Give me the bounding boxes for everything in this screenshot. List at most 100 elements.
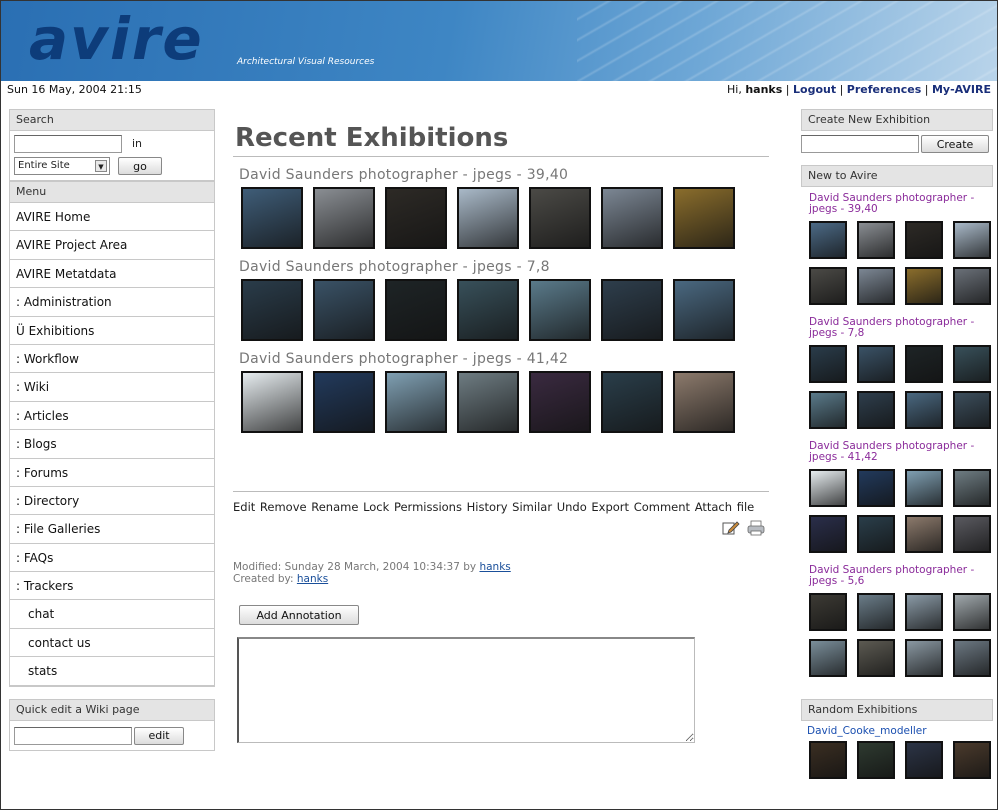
thumbnail-image[interactable] — [673, 371, 735, 433]
thumbnail-image[interactable] — [457, 371, 519, 433]
thumbnail-image[interactable] — [385, 187, 447, 249]
thumbnail-image[interactable] — [457, 279, 519, 341]
search-input[interactable] — [14, 135, 122, 153]
menu-item-stats[interactable]: stats — [10, 657, 214, 686]
exhibition-title[interactable]: David Saunders photographer - jpegs - 41… — [233, 351, 769, 367]
thumbnail-image[interactable] — [905, 741, 943, 779]
thumbnail-image[interactable] — [905, 515, 943, 553]
thumbnail-image[interactable] — [953, 639, 991, 677]
thumbnail-image[interactable] — [809, 391, 847, 429]
menu-item-chat[interactable]: chat — [10, 600, 214, 629]
thumbnail-image[interactable] — [529, 187, 591, 249]
exhibition-title[interactable]: David Saunders photographer - jpegs - 39… — [233, 167, 769, 183]
thumbnail-image[interactable] — [953, 741, 991, 779]
thumbnail-image[interactable] — [905, 593, 943, 631]
thumbnail-image[interactable] — [809, 469, 847, 507]
add-annotation-button[interactable]: Add Annotation — [239, 605, 359, 625]
create-exhibition-button[interactable]: Create — [921, 135, 989, 153]
thumbnail-image[interactable] — [673, 279, 735, 341]
new-exhibition-title[interactable]: David Saunders photographer - jpegs - 39… — [809, 193, 993, 215]
menu-item-exhibitions[interactable]: Ü Exhibitions — [10, 317, 214, 345]
thumbnail-image[interactable] — [809, 345, 847, 383]
thumbnail-image[interactable] — [953, 345, 991, 383]
menu-item-administration[interactable]: : Administration — [10, 288, 214, 317]
thumbnail-image[interactable] — [857, 267, 895, 305]
thumbnail-image[interactable] — [809, 221, 847, 259]
thumbnail-image[interactable] — [809, 267, 847, 305]
thumbnail-image[interactable] — [809, 593, 847, 631]
thumbnail-image[interactable] — [905, 469, 943, 507]
thumbnail-image[interactable] — [905, 391, 943, 429]
quick-edit-button[interactable]: edit — [134, 726, 184, 745]
thumbnail-image[interactable] — [953, 469, 991, 507]
annotation-textarea[interactable] — [237, 637, 695, 743]
edit-pencil-icon[interactable] — [722, 520, 740, 536]
search-scope-select[interactable]: Entire Site ▼ — [14, 157, 110, 175]
print-icon[interactable] — [747, 520, 765, 536]
thumbnail-image[interactable] — [857, 469, 895, 507]
thumbnail-image[interactable] — [601, 279, 663, 341]
menu-item-forums[interactable]: : Forums — [10, 459, 214, 487]
thumbnail-image[interactable] — [809, 639, 847, 677]
modified-by-link[interactable]: hanks — [479, 561, 510, 573]
menu-item-workflow[interactable]: : Workflow — [10, 345, 214, 374]
search-go-button[interactable]: go — [118, 157, 162, 175]
thumbnail-image[interactable] — [313, 279, 375, 341]
preferences-link[interactable]: Preferences — [847, 83, 921, 96]
thumbnail-image[interactable] — [241, 187, 303, 249]
new-exhibition-title[interactable]: David Saunders photographer - jpegs - 7,… — [809, 317, 993, 339]
thumbnail-image[interactable] — [905, 639, 943, 677]
site-logo[interactable]: avire — [29, 5, 204, 73]
thumbnail-image[interactable] — [673, 187, 735, 249]
menu-item-project-area[interactable]: AVIRE Project Area — [10, 231, 214, 260]
thumbnail-image[interactable] — [385, 279, 447, 341]
thumbnail-image[interactable] — [313, 187, 375, 249]
menu-item-trackers[interactable]: : Trackers — [10, 572, 214, 601]
menu-item-avire-home[interactable]: AVIRE Home — [10, 203, 214, 232]
thumbnail-image[interactable] — [241, 279, 303, 341]
thumbnail-image[interactable] — [857, 593, 895, 631]
random-exhibition-title[interactable]: David_Cooke_modeller — [801, 725, 993, 737]
thumbnail-image[interactable] — [905, 221, 943, 259]
thumbnail-image[interactable] — [857, 741, 895, 779]
thumbnail-image[interactable] — [313, 371, 375, 433]
thumbnail-image[interactable] — [241, 371, 303, 433]
menu-item-blogs[interactable]: : Blogs — [10, 430, 214, 459]
menu-item-directory[interactable]: : Directory — [10, 487, 214, 516]
exhibition-name-input[interactable] — [801, 135, 919, 153]
thumbnail-image[interactable] — [953, 515, 991, 553]
thumbnail-image[interactable] — [529, 371, 591, 433]
menu-item-contact-us[interactable]: contact us — [10, 629, 214, 658]
menu-item-file-galleries[interactable]: : File Galleries — [10, 515, 214, 544]
created-by-link[interactable]: hanks — [297, 573, 328, 585]
page-actions[interactable]: Edit Remove Rename Lock Permissions Hist… — [233, 500, 769, 514]
thumbnail-image[interactable] — [953, 267, 991, 305]
quick-edit-input[interactable] — [14, 726, 132, 745]
thumbnail-image[interactable] — [857, 345, 895, 383]
exhibition-title[interactable]: David Saunders photographer - jpegs - 7,… — [233, 259, 769, 275]
menu-item-metatdata[interactable]: AVIRE Metatdata — [10, 260, 214, 289]
thumbnail-image[interactable] — [905, 267, 943, 305]
thumbnail-image[interactable] — [809, 741, 847, 779]
thumbnail-image[interactable] — [601, 187, 663, 249]
thumbnail-image[interactable] — [857, 221, 895, 259]
menu-item-faqs[interactable]: : FAQs — [10, 544, 214, 573]
thumbnail-image[interactable] — [905, 345, 943, 383]
thumbnail-image[interactable] — [601, 371, 663, 433]
my-avire-link[interactable]: My-AVIRE — [932, 83, 991, 96]
thumbnail-image[interactable] — [457, 187, 519, 249]
thumbnail-image[interactable] — [857, 515, 895, 553]
thumbnail-image[interactable] — [809, 515, 847, 553]
menu-item-articles[interactable]: : Articles — [10, 402, 214, 431]
thumbnail-image[interactable] — [385, 371, 447, 433]
thumbnail-image[interactable] — [529, 279, 591, 341]
menu-item-wiki[interactable]: : Wiki — [10, 373, 214, 402]
new-exhibition-title[interactable]: David Saunders photographer - jpegs - 41… — [809, 441, 993, 463]
thumbnail-image[interactable] — [953, 221, 991, 259]
thumbnail-image[interactable] — [953, 391, 991, 429]
new-exhibition-title[interactable]: David Saunders photographer - jpegs - 5,… — [809, 565, 993, 587]
thumbnail-image[interactable] — [857, 639, 895, 677]
logout-link[interactable]: Logout — [793, 83, 836, 96]
thumbnail-image[interactable] — [857, 391, 895, 429]
thumbnail-image[interactable] — [953, 593, 991, 631]
